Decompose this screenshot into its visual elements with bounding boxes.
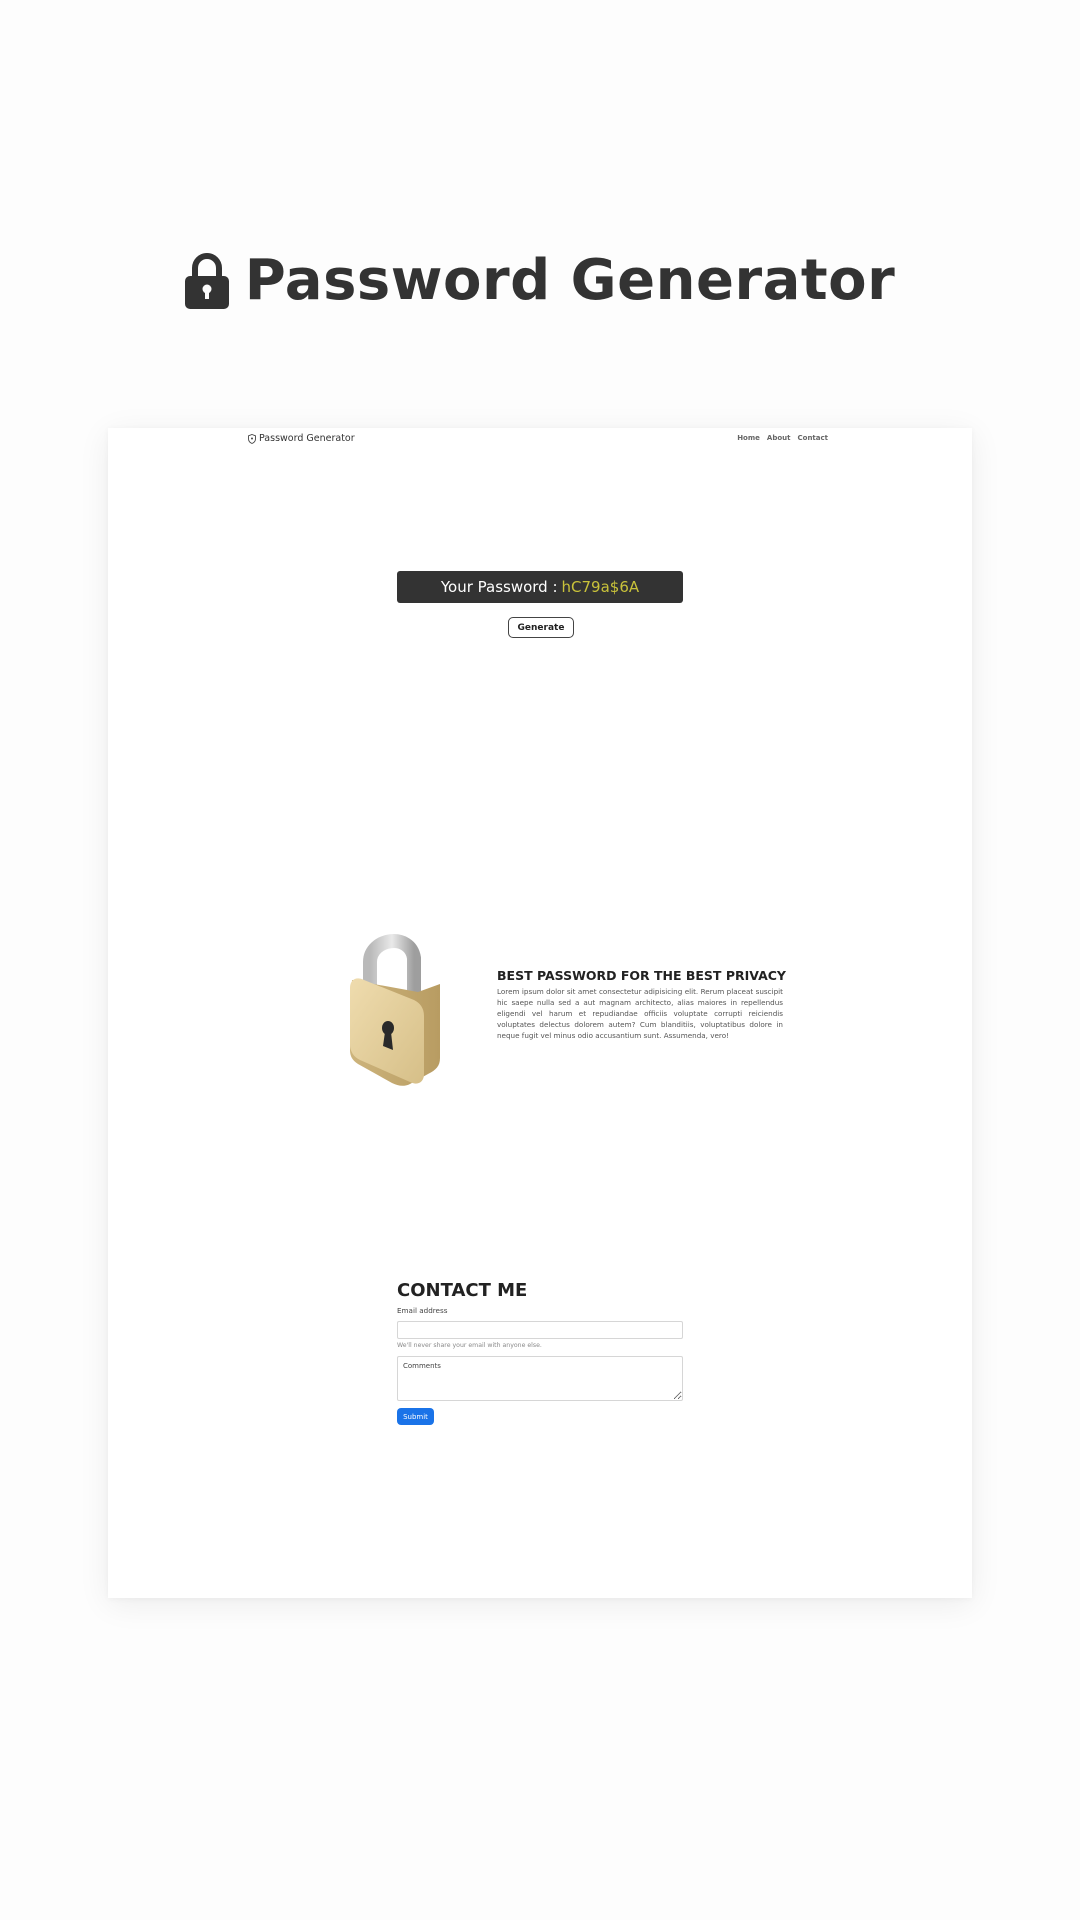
contact-title: CONTACT ME [397,1280,528,1301]
email-label: Email address [397,1306,448,1315]
lock-icon [184,253,229,309]
nav-link-about[interactable]: About [767,434,791,442]
nav-link-home[interactable]: Home [737,434,760,442]
shield-icon [248,433,256,444]
nav-links: Home About Contact [737,434,828,442]
email-help-text: We'll never share your email with anyone… [397,1342,542,1349]
submit-button[interactable]: Submit [397,1408,434,1425]
email-field[interactable] [397,1321,683,1339]
nav-link-contact[interactable]: Contact [798,434,829,442]
generate-button[interactable]: Generate [508,617,574,638]
navbar: Password Generator Home About Contact [108,428,972,452]
about-text: Lorem ipsum dolor sit amet consectetur a… [497,987,783,1040]
hero-header: Password Generator [0,240,1080,320]
about-title: BEST PASSWORD FOR THE BEST PRIVACY [497,968,786,983]
password-display: Your Password : hC79a$6A [397,571,683,603]
padlock-illustration [350,934,440,1086]
brand-label: Password Generator [259,433,355,444]
password-value: hC79a$6A [561,578,640,596]
hero-title: Password Generator [244,247,896,313]
comments-textarea[interactable] [397,1356,683,1401]
website-preview-card: Password Generator Home About Contact Yo… [108,428,972,1598]
navbar-brand[interactable]: Password Generator [248,433,355,444]
password-label: Your Password : [440,578,558,596]
